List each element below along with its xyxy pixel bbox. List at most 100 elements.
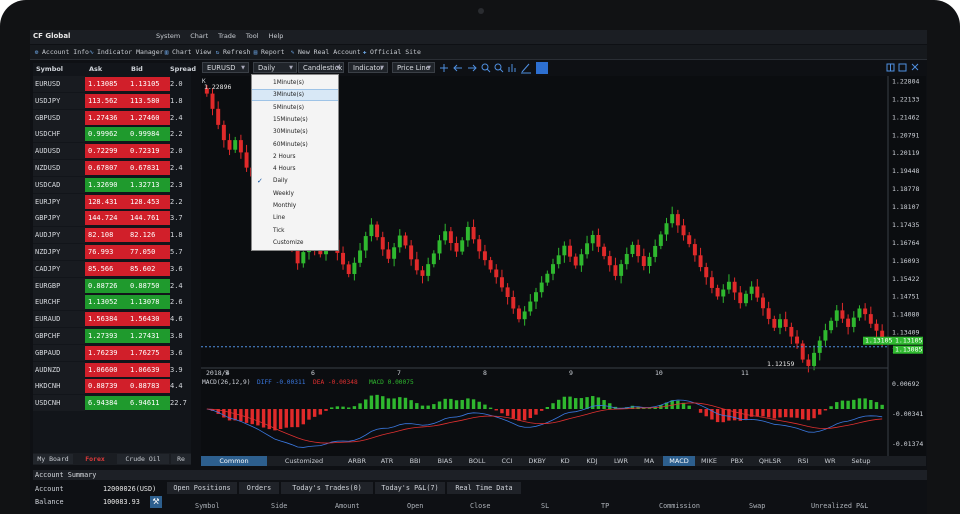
quote-bid[interactable]: 0.88750 <box>127 278 170 293</box>
quote-row[interactable]: NZDJPY 76.993 77.050 5.7 <box>33 244 191 260</box>
quote-row[interactable]: EURCHF 1.13052 1.13078 2.6 <box>33 294 191 311</box>
tab-crude-oil[interactable]: Crude Oil <box>117 454 169 464</box>
quote-row[interactable]: EURJPY 128.431 128.453 2.2 <box>33 193 191 210</box>
quote-ask[interactable]: 0.72299 <box>85 144 128 159</box>
quote-bid[interactable]: 0.67831 <box>127 161 170 175</box>
quote-row[interactable]: GBPUSD 1.27436 1.27460 2.4 <box>33 109 191 126</box>
indicator-tab[interactable]: MIKE <box>695 456 723 466</box>
quote-ask[interactable]: 0.88726 <box>85 278 128 293</box>
chart-type-select[interactable]: Candlestick ▼ <box>298 62 344 73</box>
indicator-tab[interactable]: BIAS <box>429 456 461 466</box>
zoom-out-icon[interactable] <box>494 63 504 73</box>
period-option[interactable]: Line <box>252 212 338 224</box>
new-real-account-button[interactable]: ✎ New Real Account <box>289 48 361 56</box>
price-line-select[interactable]: Price Line ▼ <box>392 62 435 73</box>
menu-system[interactable]: System <box>156 32 180 40</box>
wrench-icon[interactable]: ⚒ <box>150 496 162 508</box>
indicator-tab[interactable]: KD <box>553 456 577 466</box>
indicator-tab[interactable]: Setup <box>843 456 879 466</box>
chart-view-button[interactable]: ▥ Chart View <box>163 48 211 56</box>
quote-ask[interactable]: 76.993 <box>85 245 128 259</box>
indicator-tab[interactable]: Customized <box>267 456 341 466</box>
quote-ask[interactable]: 1.13085 <box>85 77 128 91</box>
quote-row[interactable]: AUDNZD 1.06600 1.06639 3.9 <box>33 361 191 378</box>
quote-row[interactable]: GBPAUD 1.76239 1.76275 3.6 <box>33 344 191 361</box>
menu-chart[interactable]: Chart <box>190 32 208 40</box>
bar-chart-icon[interactable] <box>508 64 516 72</box>
single-view-icon[interactable] <box>898 63 907 72</box>
quote-row[interactable]: USDCNH 6.94384 6.94611 22.7 <box>33 395 191 412</box>
quote-bid[interactable]: 0.72319 <box>127 144 170 159</box>
indicator-manager-button[interactable]: ∿ Indicator Manager <box>88 48 164 56</box>
quote-row[interactable]: USDJPY 113.562 113.580 1.8 <box>33 92 191 109</box>
period-option[interactable]: 60Minute(s) <box>252 139 338 151</box>
quote-bid[interactable]: 82.126 <box>127 228 170 243</box>
quote-ask[interactable]: 1.27393 <box>85 329 128 343</box>
quote-bid[interactable]: 1.32713 <box>127 177 170 192</box>
quote-ask[interactable]: 1.27436 <box>85 110 128 125</box>
indicator-tab[interactable]: CCI <box>493 456 521 466</box>
menu-help[interactable]: Help <box>269 32 284 40</box>
indicator-tab[interactable]: DKBY <box>521 456 553 466</box>
period-option[interactable]: ✓ Daily <box>252 175 338 187</box>
indicator-tab[interactable]: ARBR <box>341 456 373 466</box>
quote-ask[interactable]: 85.566 <box>85 261 128 276</box>
indicator-tab[interactable]: MA <box>635 456 663 466</box>
quote-ask[interactable]: 1.13052 <box>85 295 128 310</box>
quote-bid[interactable]: 1.27431 <box>127 329 170 343</box>
indicator-tab[interactable]: BBI <box>401 456 429 466</box>
period-option[interactable]: 4 Hours <box>252 163 338 175</box>
indicator-tab[interactable]: RSI <box>789 456 817 466</box>
indicator-select[interactable]: Indicator ▼ <box>348 62 388 73</box>
quote-bid[interactable]: 113.580 <box>127 93 170 108</box>
menu-tool[interactable]: Tool <box>246 32 259 40</box>
report-button[interactable]: ▤ Report <box>252 48 285 56</box>
draw-line-icon[interactable] <box>521 63 531 74</box>
quote-row[interactable]: EURGBP 0.88726 0.88750 2.4 <box>33 277 191 294</box>
quote-row[interactable]: AUDJPY 82.108 82.126 1.8 <box>33 227 191 244</box>
period-select[interactable]: Daily ▼ <box>253 62 297 73</box>
quote-bid[interactable]: 1.06639 <box>127 362 170 377</box>
quote-row[interactable]: USDCAD 1.32690 1.32713 2.3 <box>33 176 191 193</box>
quote-row[interactable]: EURAUD 1.56384 1.56430 4.6 <box>33 311 191 328</box>
quote-row[interactable]: GBPJPY 144.724 144.761 3.7 <box>33 210 191 227</box>
indicator-tab[interactable]: Common <box>201 456 267 466</box>
tab-open-positions[interactable]: Open Positions <box>167 482 237 494</box>
tab-re[interactable]: Re <box>171 454 191 464</box>
tab-forex[interactable]: Forex <box>75 454 115 464</box>
indicator-tab[interactable]: PBX <box>723 456 751 466</box>
quote-ask[interactable]: 1.76239 <box>85 345 128 360</box>
zoom-in-icon[interactable] <box>481 63 491 73</box>
quote-row[interactable]: NZDUSD 0.67807 0.67831 2.4 <box>33 160 191 176</box>
tab-orders[interactable]: Orders <box>239 482 279 494</box>
period-option[interactable]: Monthly <box>252 200 338 212</box>
period-option[interactable]: 30Minute(s) <box>252 126 338 138</box>
quote-row[interactable]: USDCHF 0.99962 0.99984 2.2 <box>33 126 191 143</box>
quote-ask[interactable]: 1.06600 <box>85 362 128 377</box>
quote-bid[interactable]: 1.13105 <box>127 77 170 91</box>
crosshair-icon[interactable] <box>440 64 448 72</box>
quote-row[interactable]: GBPCHF 1.27393 1.27431 3.8 <box>33 328 191 344</box>
period-option[interactable]: 1Minute(s) <box>252 77 338 89</box>
indicator-tab[interactable]: LWR <box>607 456 635 466</box>
indicator-tab[interactable]: WR <box>817 456 843 466</box>
quote-bid[interactable]: 1.56430 <box>127 312 170 327</box>
quote-bid[interactable]: 1.13078 <box>127 295 170 310</box>
arrow-left-icon[interactable] <box>453 64 462 72</box>
quote-ask[interactable]: 1.56384 <box>85 312 128 327</box>
link-icon[interactable] <box>536 62 548 74</box>
tab-todays-pl[interactable]: Today's P&L(7) <box>375 482 445 494</box>
period-option[interactable]: Customize <box>252 237 338 249</box>
quote-bid[interactable]: 0.99984 <box>127 127 170 142</box>
account-info-button[interactable]: ⚙ Account Info <box>33 48 89 56</box>
period-option[interactable]: 3Minute(s) <box>252 89 338 102</box>
quote-bid[interactable]: 1.27460 <box>127 110 170 125</box>
quote-ask[interactable]: 1.32690 <box>85 177 128 192</box>
indicator-tab[interactable]: MACD <box>663 456 695 466</box>
arrow-right-icon[interactable] <box>468 64 477 72</box>
period-option[interactable]: 2 Hours <box>252 151 338 163</box>
refresh-button[interactable]: ↻ Refresh <box>214 48 251 56</box>
quote-row[interactable]: AUDUSD 0.72299 0.72319 2.0 <box>33 143 191 160</box>
tab-my-board[interactable]: My Board <box>33 454 73 464</box>
quote-bid[interactable]: 1.76275 <box>127 345 170 360</box>
